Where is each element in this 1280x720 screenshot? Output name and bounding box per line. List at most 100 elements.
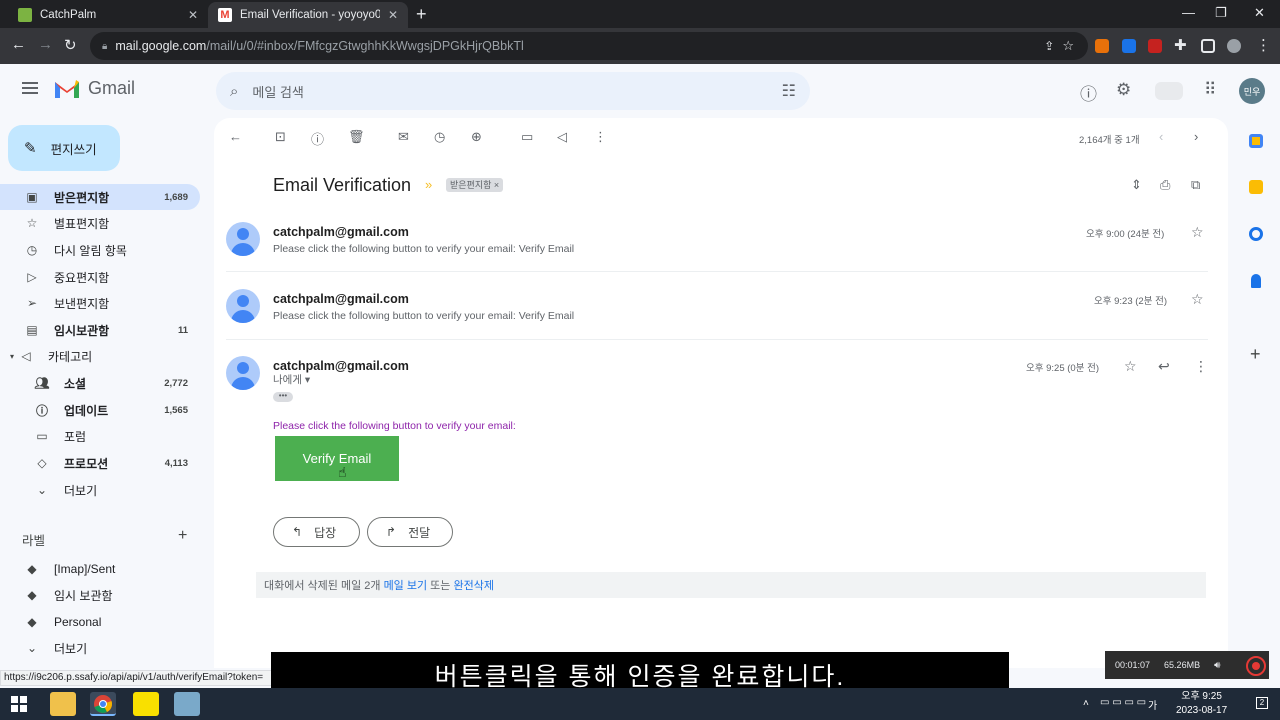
notification-icon[interactable]: 2 [1256,697,1268,709]
apps-grid-icon[interactable]: ⠿ [1204,80,1216,100]
print-icon[interactable]: ⎙ [1160,177,1170,193]
sidebar-item-inbox[interactable]: ▣ 받은편지함 1,689 [0,184,200,210]
stop-recording-icon[interactable] [1246,656,1266,676]
tray-apps-icon[interactable]: ▭ ▭ ▭ ▭ [1100,697,1146,708]
get-addons-icon[interactable]: + [1250,344,1261,365]
sidebar-item-snoozed[interactable]: ◷ 다시 알림 항목 [0,237,200,263]
star-icon[interactable]: ☆ [1191,224,1204,241]
expand-all-icon[interactable]: ⇕ [1131,177,1142,193]
sidebar-item-social[interactable]: 👥︎ 소셜 2,772 [0,370,200,396]
extensions-puzzle-icon[interactable]: ✚ [1174,36,1187,54]
mark-unread-icon[interactable]: ✉ [398,129,409,145]
label-item-drafts[interactable]: ◆ 임시 보관함 [0,582,200,608]
compose-button[interactable]: ✎ 편지쓰기 [8,125,120,171]
sidebar-item-categories[interactable]: ▾ ◁ 카테고리 [0,343,200,369]
label-icon[interactable]: ◁ [557,129,567,145]
open-new-window-icon[interactable]: ⧉ [1191,177,1200,193]
side-panel-icon[interactable] [1201,39,1215,53]
volume-icon[interactable]: 🔊︎ [1214,660,1220,671]
notepad-icon[interactable] [174,692,200,716]
search-options-icon[interactable]: ☷ [782,81,796,101]
restore-icon[interactable]: ❐ [1215,5,1227,21]
new-tab-button[interactable]: + [416,4,427,25]
add-task-icon[interactable]: ⊕ [471,129,482,145]
windows-start-icon[interactable] [11,696,27,712]
bookmark-star-icon[interactable]: ☆ [1062,38,1074,54]
label-item-personal[interactable]: ◆ Personal [0,609,200,635]
sidebar-item-forums[interactable]: ▭ 포럼 [0,423,200,449]
kakaotalk-icon[interactable] [133,692,159,716]
calendar-app-icon[interactable] [1249,134,1263,148]
label-item-more[interactable]: ⌄ 더보기 [0,635,200,661]
show-trimmed-content-button[interactable]: ••• [273,392,293,402]
back-icon[interactable]: ← [11,36,26,53]
reload-icon[interactable]: ↻ [64,36,77,54]
delete-forever-link[interactable]: 완전삭제 [453,577,493,593]
search-icon: ⌕ [230,82,239,100]
newer-chevron-icon[interactable]: ‹ [1159,129,1163,144]
inbox-label-chip[interactable]: 받은편지함 × [446,178,504,192]
extension-icon[interactable] [1122,39,1136,53]
chrome-taskbar-icon[interactable] [90,692,116,716]
close-window-icon[interactable]: ✕ [1254,5,1265,21]
view-deleted-link[interactable]: 메일 보기 [384,577,428,593]
sidebar-item-promotions[interactable]: ◇ 프로모션 4,113 [0,450,200,476]
close-tab-icon[interactable]: ✕ [388,8,398,22]
address-bar[interactable]: 🔒︎ mail.google.com/mail/u/0/#inbox/FMfcg… [90,32,1088,60]
minimize-icon[interactable]: — [1182,5,1195,20]
settings-gear-icon[interactable]: ⚙ [1116,80,1131,100]
message-more-icon[interactable]: ⋮ [1194,358,1208,375]
label-item-imap-sent[interactable]: ◆ [Imap]/Sent [0,556,200,582]
labels-heading: 라벨 [22,534,46,548]
search-input[interactable]: 메일 검색 [252,82,303,101]
delete-icon[interactable]: 🗑︎ [348,129,365,145]
reply-arrow-icon[interactable]: ↩ [1158,358,1170,375]
back-arrow-icon[interactable]: ← [229,129,242,144]
profile-icon[interactable] [1227,39,1241,53]
archive-icon[interactable]: ⊡ [275,129,286,145]
recipient-dropdown[interactable]: 나에게 ▾ [273,372,310,387]
tray-overflow-icon[interactable]: ˄ [1083,698,1089,709]
keep-app-icon[interactable] [1249,180,1263,194]
snooze-icon[interactable]: ◷ [434,129,445,145]
important-marker-icon[interactable]: » [425,177,432,192]
sidebar-item-important[interactable]: ▷ 중요편지함 [0,264,200,290]
sidebar-item-more[interactable]: ⌄ 더보기 [0,477,200,503]
star-icon[interactable]: ☆ [1124,358,1137,375]
reply-button[interactable]: ↰ 답장 [273,517,360,547]
contacts-app-icon[interactable] [1251,274,1261,288]
help-icon[interactable]: ⓘ [1080,80,1097,105]
add-label-icon[interactable]: + [178,527,187,545]
collapsed-message[interactable]: catchpalm@gmail.com Please click the fol… [226,289,1208,339]
sidebar-item-updates[interactable]: ⓘ 업데이트 1,565 [0,397,200,423]
extension-icon[interactable] [1148,39,1162,53]
older-chevron-icon[interactable]: › [1194,129,1198,144]
forward-button[interactable]: ↱ 전달 [367,517,453,547]
move-to-icon[interactable]: ▭ [521,129,533,145]
system-clock[interactable]: 오후 9:25 2023-08-17 [1176,690,1227,718]
sidebar-item-drafts[interactable]: ▤ 임시보관함 11 [0,317,200,343]
gmail-logo[interactable]: Gmail [54,78,135,99]
main-menu-icon[interactable] [22,82,38,94]
tab-email-verification[interactable]: M Email Verification - yoyoyo090! ✕ [208,2,408,28]
tasks-app-icon[interactable] [1249,227,1263,241]
ime-language-icon[interactable]: 가 [1148,697,1157,712]
close-tab-icon[interactable]: ✕ [188,8,198,22]
forward-icon[interactable]: → [38,36,53,53]
tab-title: CatchPalm [40,9,97,21]
collapsed-message[interactable]: catchpalm@gmail.com Please click the fol… [226,222,1208,272]
chrome-menu-icon[interactable]: ⋮ [1256,36,1271,54]
more-options-icon[interactable]: ⋮ [594,129,607,145]
report-spam-icon[interactable]: ⓘ [311,129,324,148]
expand-caret-icon[interactable]: ▾ [10,352,14,361]
tab-catchpalm[interactable]: CatchPalm ✕ [8,2,208,28]
file-explorer-icon[interactable] [50,692,76,716]
star-icon[interactable]: ☆ [1191,291,1204,308]
sidebar-item-starred[interactable]: ☆ 별표편지함 [0,210,200,236]
search-bar[interactable]: ⌕ 메일 검색 ☷ [216,72,810,110]
extension-icon[interactable] [1095,39,1109,53]
sidebar-item-sent[interactable]: ➢ 보낸편지함 [0,290,200,316]
share-icon[interactable]: ⇪ [1044,39,1054,53]
verify-email-button[interactable]: Verify Email [275,436,399,481]
account-avatar[interactable]: 민우 [1239,78,1265,104]
